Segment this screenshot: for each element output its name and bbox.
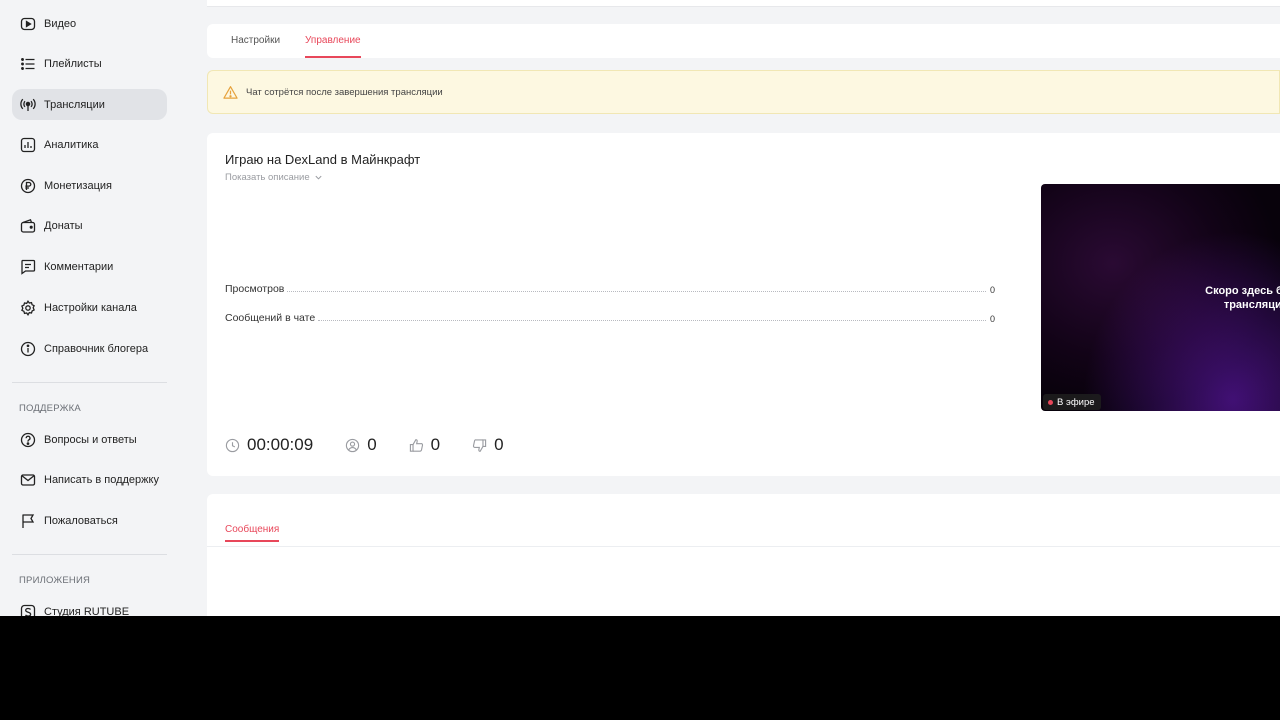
stream-preview[interactable]: Скоро здесь будет трансляция В эфире	[1041, 184, 1280, 411]
sidebar-item-label: Написать в поддержку	[44, 473, 159, 486]
sidebar-item-donations[interactable]: Донаты	[12, 210, 167, 241]
thumbs-up-icon	[409, 438, 423, 452]
dot-leader	[287, 291, 986, 292]
sidebar-divider	[12, 554, 167, 555]
sidebar-item-faq[interactable]: Вопросы и ответы	[12, 424, 167, 455]
list-icon	[20, 56, 36, 72]
show-description-label: Показать описание	[225, 172, 310, 183]
analytics-icon	[20, 137, 36, 153]
wallet-icon	[20, 218, 36, 234]
show-description-toggle[interactable]: Показать описание	[225, 172, 323, 183]
header-edge	[207, 0, 1280, 7]
tab-settings[interactable]: Настройки	[231, 35, 280, 46]
flag-icon	[20, 513, 36, 529]
stat-row-chat-messages: Сообщений в чате 0	[225, 310, 995, 324]
user-icon	[346, 438, 360, 452]
sidebar-item-label: Плейлисты	[44, 57, 102, 70]
active-tab-underline	[225, 540, 279, 542]
sidebar-item-report[interactable]: Пожаловаться	[12, 505, 167, 536]
viewers-value: 0	[367, 435, 377, 454]
stream-card: Играю на DexLand в Майнкрафт Показать оп…	[207, 133, 1280, 476]
preview-text-line: трансляция	[1223, 299, 1280, 311]
thumbs-down-icon	[473, 438, 487, 452]
likes-value: 0	[430, 435, 441, 454]
support-heading: ПОДДЕРЖКА	[19, 403, 81, 414]
sidebar-item-video[interactable]: Видео	[12, 8, 167, 39]
sidebar-item-label: Вопросы и ответы	[44, 433, 137, 446]
sidebar-item-label: Пожаловаться	[44, 514, 118, 527]
active-tab-underline	[305, 56, 361, 58]
chat-divider	[207, 546, 1280, 547]
mail-icon	[20, 472, 36, 488]
sidebar-item-playlists[interactable]: Плейлисты	[12, 48, 167, 79]
tabs-bar: Настройки Управление	[207, 24, 1280, 58]
stream-title: Играю на DexLand в Майнкрафт	[225, 152, 421, 167]
stat-value: 0	[989, 285, 995, 295]
dot-leader	[318, 320, 986, 321]
sidebar-item-label: Трансляции	[44, 98, 105, 111]
live-dot-icon	[1048, 400, 1053, 405]
stream-counters: 00:00:09 0 0 0	[225, 433, 536, 457]
sidebar-item-label: Донаты	[44, 219, 83, 232]
dislikes-value: 0	[494, 435, 504, 454]
broadcast-icon	[20, 97, 36, 113]
live-badge: В эфире	[1043, 394, 1101, 410]
sidebar-item-label: Монетизация	[44, 179, 112, 192]
sidebar-item-analytics[interactable]: Аналитика	[12, 129, 167, 160]
sidebar-divider	[12, 382, 167, 383]
tab-messages[interactable]: Сообщения	[225, 524, 279, 535]
chat-card: Сообщения	[207, 494, 1280, 616]
warning-text: Чат сотрётся после завершения трансляции	[246, 86, 443, 98]
studio-icon	[20, 604, 36, 616]
viewers-counter: 0	[345, 435, 377, 455]
stat-value: 0	[989, 314, 995, 324]
sidebar-item-label: Аналитика	[44, 138, 99, 151]
stat-row-views: Просмотров 0	[225, 281, 995, 295]
dislikes-counter: 0	[472, 435, 504, 455]
sidebar-item-label: Видео	[44, 17, 77, 30]
apps-heading: ПРИЛОЖЕНИЯ	[19, 575, 91, 586]
gear-icon	[20, 299, 36, 316]
sidebar-item-channel-settings[interactable]: Настройки канала	[12, 292, 167, 323]
ruble-icon	[20, 178, 36, 194]
sidebar-item-label: Настройки канала	[44, 301, 137, 314]
preview-placeholder-text: Скоро здесь будет трансляция	[1186, 284, 1280, 312]
chevron-down-icon	[315, 175, 322, 180]
comment-icon	[20, 259, 36, 275]
tab-management[interactable]: Управление	[305, 35, 361, 46]
live-label: В эфире	[1057, 396, 1095, 408]
sidebar-item-monetization[interactable]: Монетизация	[12, 170, 167, 201]
warning-banner: Чат сотрётся после завершения трансляции	[207, 70, 1280, 114]
sidebar-item-broadcasts[interactable]: Трансляции	[12, 89, 167, 120]
app-viewport: Видео Плейлисты Трансляции Аналитика Мон…	[0, 0, 1280, 616]
video-icon	[20, 16, 36, 32]
likes-counter: 0	[409, 435, 440, 455]
info-icon	[20, 341, 36, 357]
sidebar-item-label: Справочник блогера	[44, 342, 149, 355]
preview-text-line: Скоро здесь будет	[1205, 285, 1280, 297]
clock-icon	[225, 438, 240, 452]
stat-label: Сообщений в чате	[225, 312, 316, 324]
sidebar-item-blogger-guide[interactable]: Справочник блогера	[12, 333, 167, 364]
question-icon	[20, 432, 36, 448]
sidebar-item-label: Комментарии	[44, 260, 114, 273]
stat-label: Просмотров	[225, 283, 285, 295]
sidebar-item-label: Студия RUTUBE	[44, 605, 130, 617]
sidebar-item-studio[interactable]: Студия RUTUBE	[12, 596, 167, 616]
warning-icon	[223, 85, 238, 100]
duration-value: 00:00:09	[247, 435, 314, 454]
duration-counter: 00:00:09	[225, 435, 313, 455]
sidebar-item-contact-support[interactable]: Написать в поддержку	[12, 464, 167, 495]
letterbox-bar	[0, 616, 1280, 720]
sidebar: Видео Плейлисты Трансляции Аналитика Мон…	[0, 0, 180, 616]
sidebar-item-comments[interactable]: Комментарии	[12, 251, 167, 282]
